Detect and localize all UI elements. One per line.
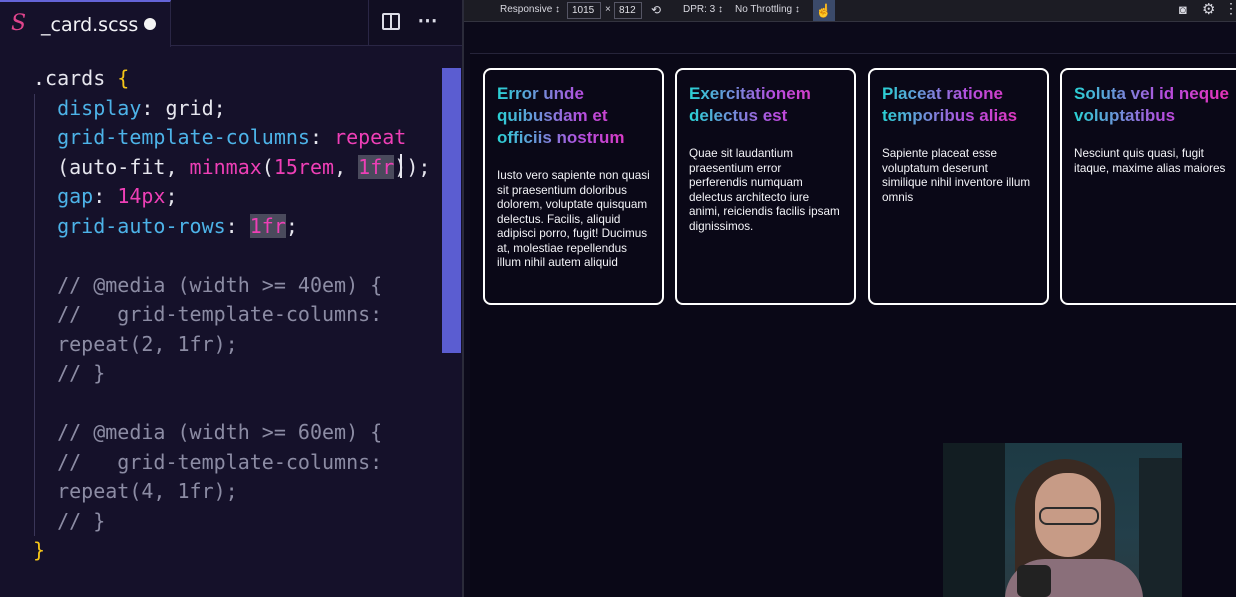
code-line[interactable]: (auto-fit, minmax(15rem, 1fr)); [33,153,430,183]
code-token: // } [33,361,106,385]
code-line[interactable]: } [33,536,430,566]
dimension-separator: × [605,4,611,15]
code-token: ( [261,154,274,179]
text-cursor [400,154,402,178]
unsaved-dot-icon[interactable] [144,18,156,30]
dpr-select[interactable]: DPR: 3 ↕ [683,4,723,15]
card: Error unde quibusdam et officiis nostrum… [483,68,664,305]
code-line[interactable]: // @media (width >= 40em) { [33,271,430,301]
code-line[interactable]: // @media (width >= 60em) { [33,418,430,448]
code-token: 1fr [358,154,395,179]
card: Exercitationem delectus est Quae sit lau… [675,68,856,305]
code-line[interactable]: gap: 14px; [33,182,430,212]
code-token: grid-template-columns [57,125,310,149]
code-token: repeat [334,125,407,149]
throttling-select[interactable]: No Throttling ↕ [735,4,800,15]
card-body: Iusto vero sapiente non quasi sit praese… [497,169,650,269]
code-line[interactable]: .cards { [33,64,430,94]
card: Placeat ratione temporibus alias Sapient… [868,68,1049,305]
code-token: , [334,154,359,179]
card: Soluta vel id neque voluptatibus Nesciun… [1060,68,1236,305]
code-token: repeat(2, 1fr); [33,331,238,356]
more-actions-icon[interactable]: ⋯ [416,8,440,34]
code-token: // grid-template-columns: [33,302,383,326]
code-token: (auto-fit, [33,154,190,179]
code-line[interactable]: repeat(4, 1fr); [33,477,430,507]
code-token: } [33,538,46,562]
code-token: .cards [33,66,118,90]
code-line[interactable]: grid-auto-rows: 1fr; [33,212,430,242]
card-title: Placeat ratione temporibus alias [882,83,1035,127]
code-token: 14px [117,184,166,208]
code-token: : [225,213,250,238]
code-line[interactable]: grid-template-columns: repeat [33,123,430,153]
code-token: : grid; [141,95,226,120]
code-line[interactable] [33,241,430,271]
code-token: ; [285,213,298,238]
card-body: Nesciunt quis quasi, fugit itaque, maxim… [1074,147,1226,175]
code-token: // } [33,508,106,533]
device-select[interactable]: Responsive ↕ [500,4,560,15]
touch-icon[interactable]: ☝ [813,0,835,21]
code-editor[interactable]: S _card.scss ⋯ .cards { display: grid; g… [0,0,462,597]
code-token: gap [57,184,94,208]
editor-tab[interactable]: S _card.scss [0,0,171,47]
code-token: 15rem [273,154,335,179]
width-input[interactable]: 1015 [567,2,601,19]
rotate-icon[interactable]: ⟲ [651,3,661,17]
code-token: grid-auto-rows [57,213,226,238]
code-line[interactable]: // grid-template-columns: [33,300,430,330]
code-line[interactable] [33,389,430,419]
code-token: display [57,95,142,120]
code-token: { [117,66,130,90]
code-line[interactable]: // } [33,507,430,537]
gear-icon[interactable]: ⚙ [1202,0,1215,18]
code-line[interactable]: display: grid; [33,94,430,124]
card-title: Error unde quibusdam et officiis nostrum [497,83,650,149]
code-token: repeat(4, 1fr); [33,479,238,503]
code-token: 1fr [249,213,286,238]
more-options-icon[interactable]: ⋮ [1224,0,1236,17]
code-token: // @media (width >= 40em) { [33,272,383,297]
pane-splitter[interactable] [462,0,464,597]
code-token: : [93,184,118,208]
code-token: // grid-template-columns: [33,449,383,474]
code-line[interactable]: // } [33,359,430,389]
card-title: Exercitationem delectus est [689,83,842,127]
webcam-overlay [943,443,1182,597]
card-body: Quae sit laudantium praesentium error pe… [689,147,840,233]
editor-scrollbar-thumb[interactable] [442,68,461,353]
code-area[interactable]: .cards { display: grid; grid-template-co… [33,64,430,566]
code-token: minmax [189,154,262,179]
code-token: // @media (width >= 60em) { [33,420,383,444]
code-token: : [309,125,335,149]
card-body: Sapiente placeat esse voluptatum deserun… [882,147,1031,204]
code-line[interactable]: repeat(2, 1fr); [33,330,430,360]
screenshot-icon[interactable]: ◙ [1179,2,1187,17]
code-line[interactable]: // grid-template-columns: [33,448,430,478]
device-toolbar: Responsive ↕ 1015 × 812 ⟲ DPR: 3 ↕ No Th… [464,0,1236,22]
height-input[interactable]: 812 [614,2,642,19]
tab-title: _card.scss [41,14,139,36]
editor-tab-bar: S _card.scss ⋯ [0,0,462,47]
sass-icon: S [11,11,27,36]
card-title: Soluta vel id neque voluptatibus [1074,83,1236,127]
split-editor-icon[interactable] [368,0,414,46]
code-token: ; [165,184,178,208]
